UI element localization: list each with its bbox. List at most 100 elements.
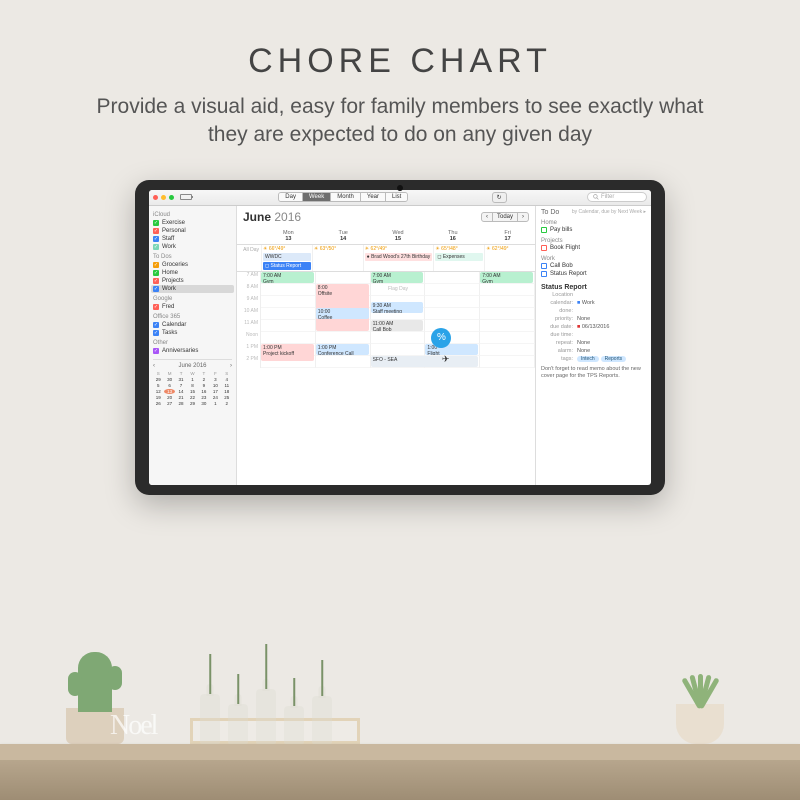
todo-label: Book Flight (550, 245, 580, 251)
event[interactable]: 10:00Coffee (316, 308, 369, 319)
sidebar-item[interactable]: Work (151, 285, 234, 293)
sidebar-section: Office 365 (153, 314, 232, 320)
page-title: CHORE CHART (248, 42, 552, 81)
todo-title: To Doby Calendar, due by Next Week ▸ (541, 209, 646, 216)
calendar-checkbox[interactable] (153, 244, 159, 250)
calendar-checkbox[interactable] (153, 286, 159, 292)
sidebar-item[interactable]: Exercise (153, 219, 232, 227)
sidebar-item[interactable]: Tasks (153, 329, 232, 337)
sidebar-label: Groceries (162, 262, 188, 268)
month-label: June 2016 (243, 210, 301, 224)
sidebar-item[interactable]: Home (153, 269, 232, 277)
calendar-checkbox[interactable] (153, 322, 159, 328)
shelf-decor: Noel (0, 560, 800, 800)
calendar-checkbox[interactable] (153, 330, 159, 336)
next-button[interactable]: › (517, 212, 529, 222)
sidebar-item[interactable]: Work (153, 243, 232, 251)
search-icon (593, 194, 599, 200)
app-screen: DayWeekMonthYearList ↻ Filter iCloud Exer… (149, 190, 651, 485)
sidebar-item[interactable]: Groceries (153, 261, 232, 269)
todo-note: Don't forget to read memo about the new … (541, 366, 646, 380)
sidebar-label: Personal (162, 228, 186, 234)
event[interactable]: 1:00 PMConference Call (316, 344, 369, 355)
flight-pin-icon[interactable]: % (431, 328, 451, 348)
sidebar-item[interactable]: Fred (153, 303, 232, 311)
plane-icon: ✈ (442, 354, 450, 365)
date-nav[interactable]: ‹ Today › (481, 212, 529, 222)
today-button[interactable]: Today (493, 212, 517, 222)
cactus-right (660, 678, 740, 744)
flag-day-label: Flag Day (261, 286, 535, 292)
day-header: Mon13Tue14Wed15Thu16Fri17 (237, 228, 535, 245)
calendar-checkbox[interactable] (153, 270, 159, 276)
todo-pane: To Doby Calendar, due by Next Week ▸Home… (535, 206, 651, 485)
sidebar-label: Calendar (162, 322, 186, 328)
sidebar-label: Anniversaries (162, 348, 198, 354)
calendar-checkbox[interactable] (153, 262, 159, 268)
calendar-checkbox[interactable] (153, 348, 159, 354)
event[interactable]: 7:00 AMGym (480, 272, 533, 283)
event[interactable]: 9:30 AMStaff meeting (371, 302, 424, 313)
event[interactable]: 11:00 AMCall Bob (371, 320, 424, 331)
todo-label: Status Report (550, 271, 587, 277)
sidebar-label: Tasks (162, 330, 177, 336)
page-subtitle: Provide a visual aid, easy for family me… (80, 93, 720, 150)
bottles (200, 689, 332, 744)
todo-label: Pay bills (550, 227, 572, 233)
filter-search[interactable]: Filter (587, 192, 647, 202)
sidebar-label: Home (162, 270, 178, 276)
calendar-checkbox[interactable] (153, 236, 159, 242)
todo-item[interactable]: Pay bills (541, 226, 646, 234)
sidebar-section: To Dos (153, 254, 232, 260)
todo-item[interactable]: Call Bob (541, 262, 646, 270)
todo-checkbox[interactable] (541, 263, 547, 269)
min-dot[interactable] (161, 195, 166, 200)
filter-placeholder: Filter (601, 194, 614, 200)
week-grid[interactable]: 7 AM8 AM9 AM10 AM11 AMNoon1 PM2 PMFlag D… (237, 272, 535, 485)
mini-calendar[interactable]: ‹June 2016›SMTWTFS2930311234567891011121… (153, 359, 232, 406)
sidebar-item[interactable]: Anniversaries (153, 347, 232, 355)
view-list[interactable]: List (386, 193, 407, 201)
view-day[interactable]: Day (279, 193, 303, 201)
view-week[interactable]: Week (303, 193, 331, 201)
sidebar-item[interactable]: Personal (153, 227, 232, 235)
todo-checkbox[interactable] (541, 271, 547, 277)
sidebar-item[interactable]: Calendar (153, 321, 232, 329)
prev-button[interactable]: ‹ (481, 212, 493, 222)
todo-item[interactable]: Status Report (541, 270, 646, 278)
sidebar-section: Google (153, 296, 232, 302)
calendar-checkbox[interactable] (153, 220, 159, 226)
sidebar-label: Fred (162, 304, 174, 310)
sidebar-section: iCloud (153, 212, 232, 218)
view-segmented[interactable]: DayWeekMonthYearList (278, 192, 408, 202)
sidebar-item[interactable]: Staff (153, 235, 232, 243)
event[interactable]: 7:00 AMGym (371, 272, 424, 283)
calendar-checkbox[interactable] (153, 278, 159, 284)
sidebar: iCloudExercisePersonalStaffWorkTo DosGro… (149, 206, 237, 485)
todo-item[interactable]: Book Flight (541, 244, 646, 252)
sidebar-label: Work (162, 286, 176, 292)
event[interactable]: 7:00 AMGym (261, 272, 314, 283)
refresh-button[interactable]: ↻ (492, 192, 507, 203)
tablet-frame: DayWeekMonthYearList ↻ Filter iCloud Exer… (135, 180, 665, 495)
view-month[interactable]: Month (331, 193, 361, 201)
max-dot[interactable] (169, 195, 174, 200)
close-dot[interactable] (153, 195, 158, 200)
noel-sign: Noel (110, 710, 156, 742)
window-controls[interactable] (153, 195, 174, 200)
todo-checkbox[interactable] (541, 245, 547, 251)
calendar-pane: June 2016 ‹ Today › Mon13Tue14Wed15Thu16… (237, 206, 535, 485)
battery-icon (180, 194, 192, 200)
flight-bar[interactable]: SFO - SEA (371, 356, 479, 367)
view-year[interactable]: Year (361, 193, 386, 201)
event[interactable]: 1:00 PMProject kickoff (261, 344, 314, 361)
todo-detail: Status ReportLocationcalendar:■ Workdone… (541, 284, 646, 380)
toolbar: DayWeekMonthYearList ↻ Filter (149, 190, 651, 206)
sidebar-label: Exercise (162, 220, 185, 226)
sidebar-item[interactable]: Projects (153, 277, 232, 285)
sidebar-label: Projects (162, 278, 184, 284)
calendar-checkbox[interactable] (153, 304, 159, 310)
calendar-checkbox[interactable] (153, 228, 159, 234)
sidebar-label: Work (162, 244, 176, 250)
todo-checkbox[interactable] (541, 227, 547, 233)
